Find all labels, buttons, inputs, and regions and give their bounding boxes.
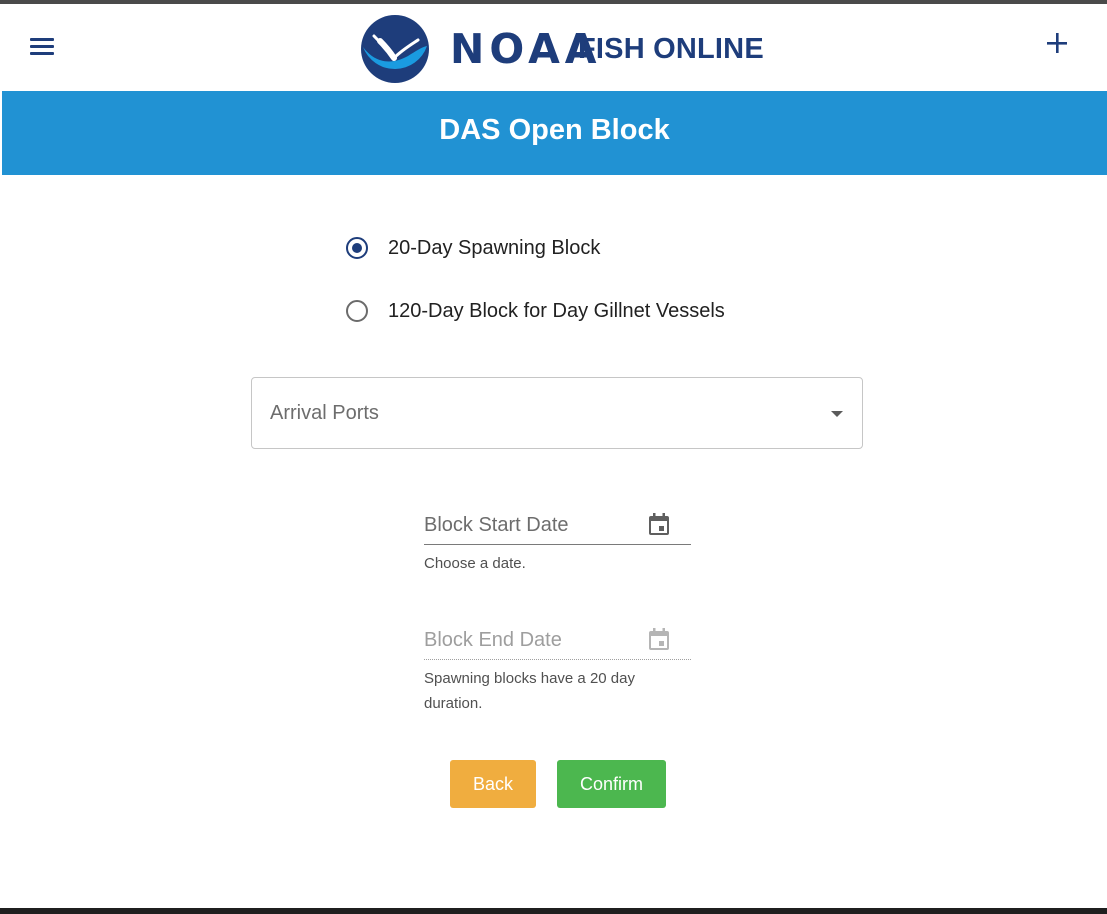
noaa-fish-online-logo: NOAA FISH ONLINE [360,14,770,84]
confirm-button[interactable]: Confirm [557,760,666,808]
arrival-ports-label: Arrival Ports [270,402,379,424]
radio-label-120-day: 120-Day Block for Day Gillnet Vessels [388,300,725,322]
start-date-hint: Choose a date. [424,555,526,572]
page-title-bar: DAS Open Block [2,91,1107,175]
radio-20-day-spawning-block[interactable]: 20-Day Spawning Block [346,232,766,268]
block-end-date-label: Block End Date [424,629,562,651]
app-header: NOAA FISH ONLINE [0,4,1107,91]
menu-icon[interactable] [22,26,62,66]
calendar-icon [649,628,669,650]
end-date-hint: Spawning blocks have a 20 day duration. [424,670,635,712]
radio-unchecked-icon[interactable] [346,300,368,322]
arrival-ports-select[interactable]: Arrival Ports [251,377,863,449]
radio-dot [352,243,362,253]
back-button[interactable]: Back [450,760,536,808]
start-date-underline [424,544,691,545]
brand-fish-online: FISH ONLINE [578,33,764,65]
block-end-date-field: Block End Date [424,617,691,661]
block-start-date-label: Block Start Date [424,514,569,536]
radio-120-day-block[interactable]: 120-Day Block for Day Gillnet Vessels [346,295,766,331]
radio-checked-icon[interactable] [346,237,368,259]
caret-down-icon[interactable] [831,411,843,417]
page-title: DAS Open Block [439,114,670,146]
radio-label-20-day: 20-Day Spawning Block [388,237,601,259]
noaa-emblem-icon [361,15,429,83]
block-start-date-field[interactable]: Block Start Date [424,502,691,546]
calendar-icon[interactable] [646,512,672,538]
plus-icon[interactable] [1036,22,1078,64]
window-bottom-border [0,908,1107,914]
end-date-underline [424,659,691,660]
